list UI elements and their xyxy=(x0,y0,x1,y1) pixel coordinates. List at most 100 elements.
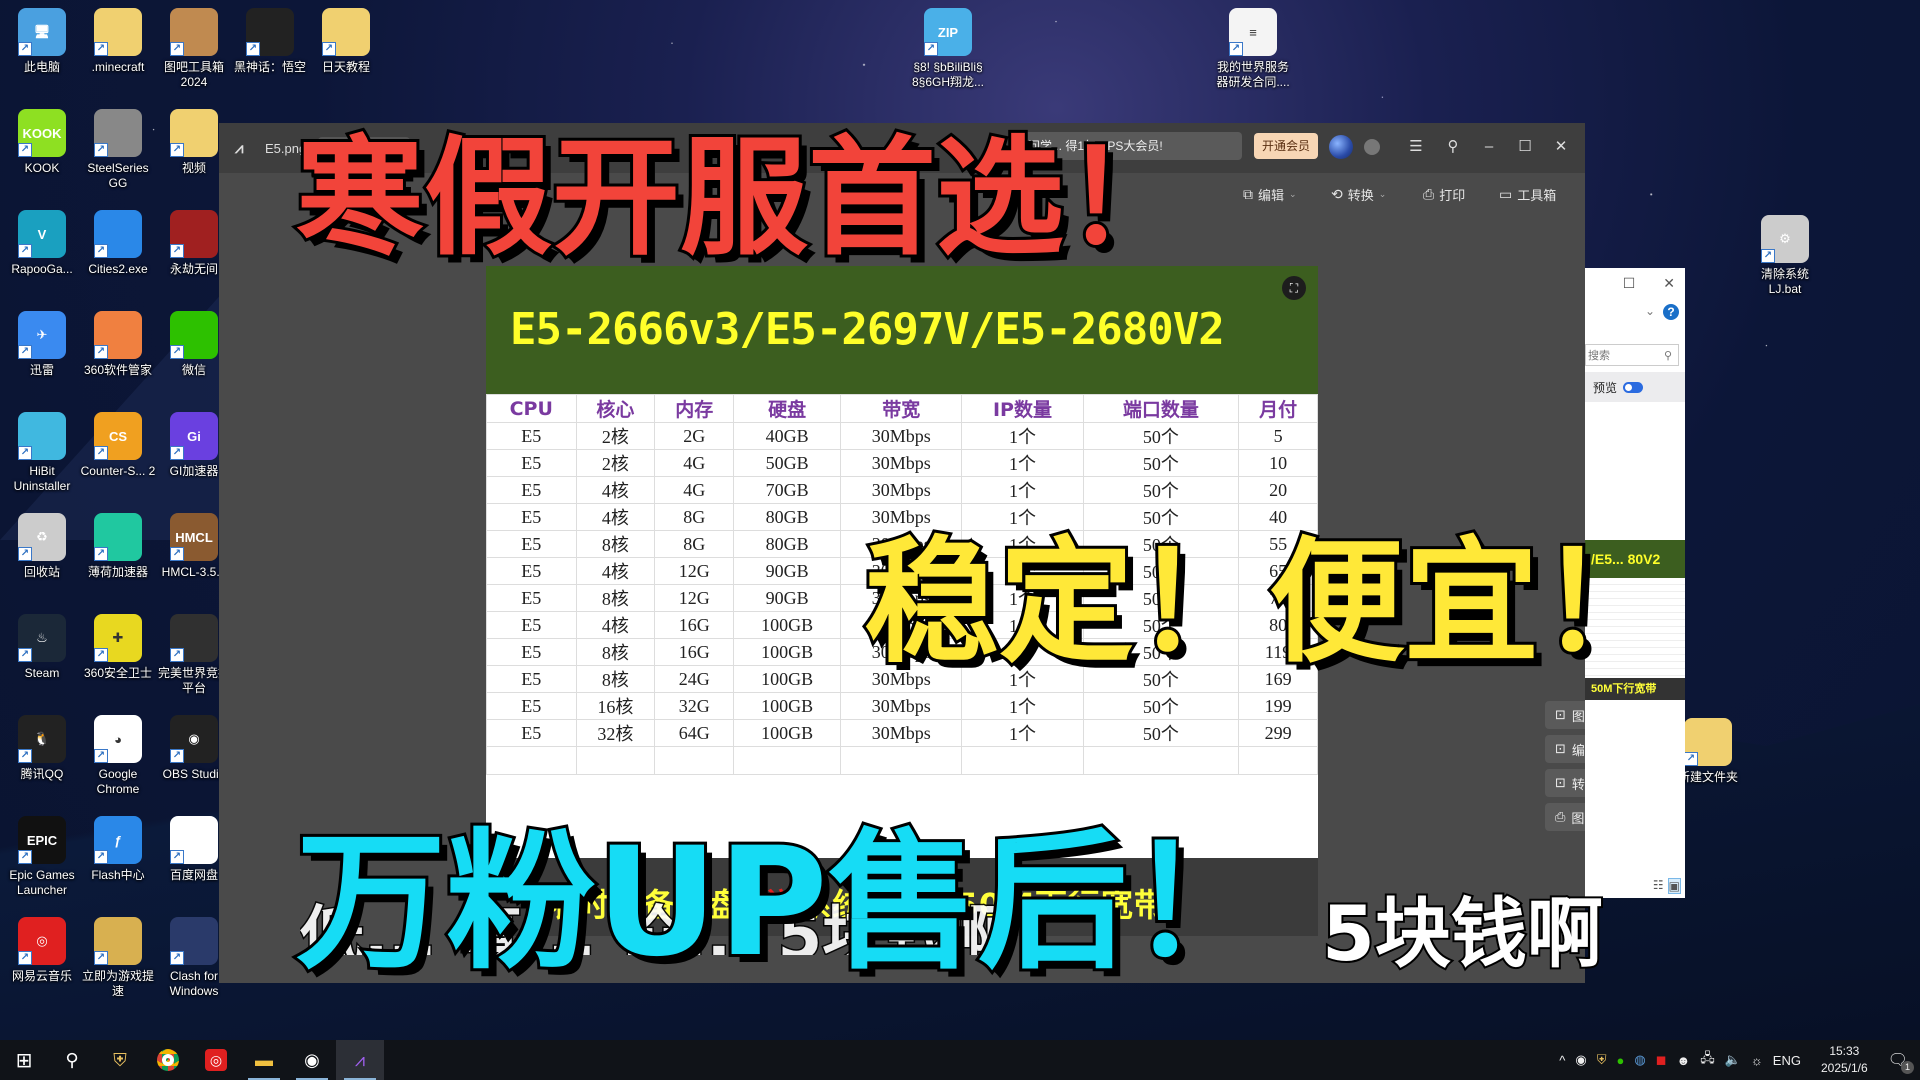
network-icon[interactable]: 🖧 xyxy=(1700,1049,1715,1071)
game-boost-tray-icon[interactable]: ⛨ xyxy=(1597,1052,1607,1068)
search-input[interactable]: 搜索 ⚲ xyxy=(1585,344,1679,366)
recycle-bin-icon: ♻ ↗ xyxy=(18,513,66,561)
clock[interactable]: 15:33 2025/1/6 xyxy=(1821,1043,1868,1077)
desktop-icon[interactable]: KOOK ↗ KOOK xyxy=(4,109,80,176)
table-cell xyxy=(840,746,963,775)
hmcl-icon: HMCL ↗ xyxy=(170,513,218,561)
taskbar-chrome[interactable] xyxy=(144,1040,192,1080)
steam-tray-icon[interactable]: ◍ xyxy=(1634,1052,1645,1068)
netease-tray-icon[interactable]: ◼ xyxy=(1656,1052,1667,1068)
desktop-icon[interactable]: ↗ 立即为游戏提速 xyxy=(80,917,156,999)
desktop-icon[interactable]: ↗ Cities2.exe xyxy=(80,210,156,277)
print-button[interactable]: ⎙ 打印 xyxy=(1423,183,1465,205)
printer-icon: ⎙ xyxy=(1555,809,1566,824)
desktop-icon[interactable]: ↗ 360软件管家 xyxy=(80,311,156,378)
desktop-icon[interactable]: ⚙ ↗ 清除系统LJ.bat xyxy=(1747,215,1823,297)
image-viewer-icon: ⩘ xyxy=(354,1049,366,1070)
desktop-icon[interactable]: 🖥 ↗ 此电脑 xyxy=(4,8,80,75)
desktop-icon[interactable]: ◎ ↗ 网易云音乐 xyxy=(4,917,80,984)
edit-button[interactable]: ⧉ 编辑 ⌄ xyxy=(1243,183,1297,205)
table-cell: 100GB xyxy=(733,692,842,720)
taskbar-file-explorer[interactable]: ▬ xyxy=(240,1040,288,1080)
desktop-icon[interactable]: ♨ ↗ Steam xyxy=(4,614,80,681)
shortcut-arrow-icon: ↗ xyxy=(322,42,336,56)
table-row: E5 32核 64G 100GB 30Mbps 1个 50个 299 xyxy=(486,719,1318,747)
taskbar-image-viewer[interactable]: ⩘ xyxy=(336,1040,384,1080)
desktop-icon[interactable]: ↗ SteelSeries GG xyxy=(80,109,156,191)
language-indicator[interactable]: ENG xyxy=(1773,1053,1801,1068)
toolbox-button[interactable]: ▭ 工具箱 xyxy=(1499,183,1556,205)
avatar[interactable] xyxy=(1329,135,1353,159)
desktop-icon[interactable]: ↗ 图吧工具箱 2024 xyxy=(156,8,232,90)
chevron-down-icon: ⌄ xyxy=(1289,188,1297,199)
chevron-down-icon[interactable]: ⌄ xyxy=(1645,304,1655,320)
menu-icon[interactable]: ☰ xyxy=(1404,135,1428,159)
maximize-button[interactable]: ☐ xyxy=(1623,275,1636,292)
desktop-icon[interactable]: EPIC ↗ Epic Games Launcher xyxy=(4,816,80,898)
desktop-icon[interactable]: ↗ .minecraft xyxy=(80,8,156,75)
preview-toggle[interactable] xyxy=(1623,381,1644,393)
details-view-icon[interactable]: ☷ xyxy=(1653,878,1664,894)
qq-tray-icon[interactable]: ☻ xyxy=(1677,1053,1691,1068)
toolbox-label: 工具箱 xyxy=(1517,187,1557,203)
start-button[interactable]: ⊞ xyxy=(0,1040,48,1080)
desktop-icon-label: 此电脑 xyxy=(23,60,60,74)
brightness-icon[interactable]: ☼ xyxy=(1751,1053,1763,1068)
volume-icon[interactable]: 🔈 xyxy=(1725,1052,1741,1068)
desktop-icon[interactable]: 🐧 ↗ 腾讯QQ xyxy=(4,715,80,782)
obs-icon: ◉ xyxy=(304,1049,320,1070)
desktop-icon[interactable]: ZIP ↗ §8! §bBiliBli§ 8§6GH翔龙... xyxy=(910,8,986,90)
desktop-icon[interactable]: V ↗ RapooGa... xyxy=(4,210,80,277)
convert-label: 转换 xyxy=(1347,187,1374,203)
help-icon[interactable]: ? xyxy=(1663,304,1679,320)
ocr-icon[interactable]: ⛶ xyxy=(1282,276,1306,300)
shortcut-arrow-icon: ↗ xyxy=(924,42,938,56)
close-button[interactable]: ✕ xyxy=(1549,135,1573,159)
skin-icon[interactable] xyxy=(1364,139,1380,155)
desktop-icon[interactable]: ◕ ↗ Google Chrome xyxy=(80,715,156,797)
desktop-icon[interactable]: ↗ 薄荷加速器 xyxy=(80,513,156,580)
taskbar-game-boost[interactable]: ⛨ xyxy=(96,1040,144,1080)
column-header: 内存 xyxy=(654,394,735,423)
table-row: E5 2核 2G 40GB 30Mbps 1个 50个 5 xyxy=(486,422,1318,450)
show-hidden-icons[interactable]: ^ xyxy=(1559,1053,1565,1068)
shortcut-arrow-icon: ↗ xyxy=(170,42,184,56)
vip-button[interactable]: 开通会员 xyxy=(1254,133,1319,159)
table-cell: 12G xyxy=(654,557,735,585)
desktop-icon[interactable]: ✈ ↗ 迅雷 xyxy=(4,311,80,378)
desktop-icon-label: HMCL-3.5... xyxy=(161,565,227,579)
chrome-icon xyxy=(157,1049,179,1071)
edit-icon: ⧉ xyxy=(1243,185,1253,202)
column-header: 硬盘 xyxy=(733,394,842,423)
desktop-icon[interactable]: CS ↗ Counter-S... 2 xyxy=(80,412,156,479)
shortcut-arrow-icon: ↗ xyxy=(94,749,108,763)
desktop-icon-label: 日天教程 xyxy=(321,60,370,74)
chrome-icon: ◕ ↗ xyxy=(94,715,142,763)
notification-center-icon[interactable]: 🗨 1 xyxy=(1888,1050,1914,1074)
obs-tray-icon[interactable]: ◉ xyxy=(1575,1052,1586,1068)
desktop-icon[interactable]: ♻ ↗ 回收站 xyxy=(4,513,80,580)
table-cell: E5 xyxy=(486,665,577,693)
desktop-icon[interactable]: ✚ ↗ 360安全卫士 xyxy=(80,614,156,681)
close-button[interactable]: ✕ xyxy=(1663,275,1675,292)
maximize-button[interactable]: ☐ xyxy=(1513,135,1537,159)
desktop-icon[interactable]: ≡ ↗ 我的世界服务器研发合同.... xyxy=(1215,8,1291,90)
pin-icon[interactable]: ⚲ xyxy=(1441,135,1465,159)
convert-button[interactable]: ⟲ 转换 ⌄ xyxy=(1331,183,1386,205)
file-explorer-icon: ▬ xyxy=(255,1049,273,1070)
table-cell: 70GB xyxy=(733,476,842,504)
table-empty-row xyxy=(486,746,1318,775)
taskbar-obs[interactable]: ◉ xyxy=(288,1040,336,1080)
search-button[interactable]: ⚲ xyxy=(48,1040,96,1080)
desktop-icon[interactable]: ↗ 日天教程 xyxy=(308,8,384,75)
desktop-icon[interactable]: ↗ 黑神话：悟空 xyxy=(232,8,308,75)
wechat-tray-icon[interactable]: ● xyxy=(1617,1053,1625,1068)
table-cell: 16核 xyxy=(575,692,656,720)
desktop-icon[interactable]: ↗ HiBit Uninstaller xyxy=(4,412,80,494)
taskbar-netease-music[interactable]: ◎ xyxy=(192,1040,240,1080)
table-cell: 4G xyxy=(654,449,735,477)
thumbnail-view-icon[interactable]: ▣ xyxy=(1667,878,1681,894)
desktop-icon[interactable]: ƒ ↗ Flash中心 xyxy=(80,816,156,883)
game-boost-icon: ↗ xyxy=(94,917,142,965)
minimize-button[interactable]: – xyxy=(1477,135,1501,159)
